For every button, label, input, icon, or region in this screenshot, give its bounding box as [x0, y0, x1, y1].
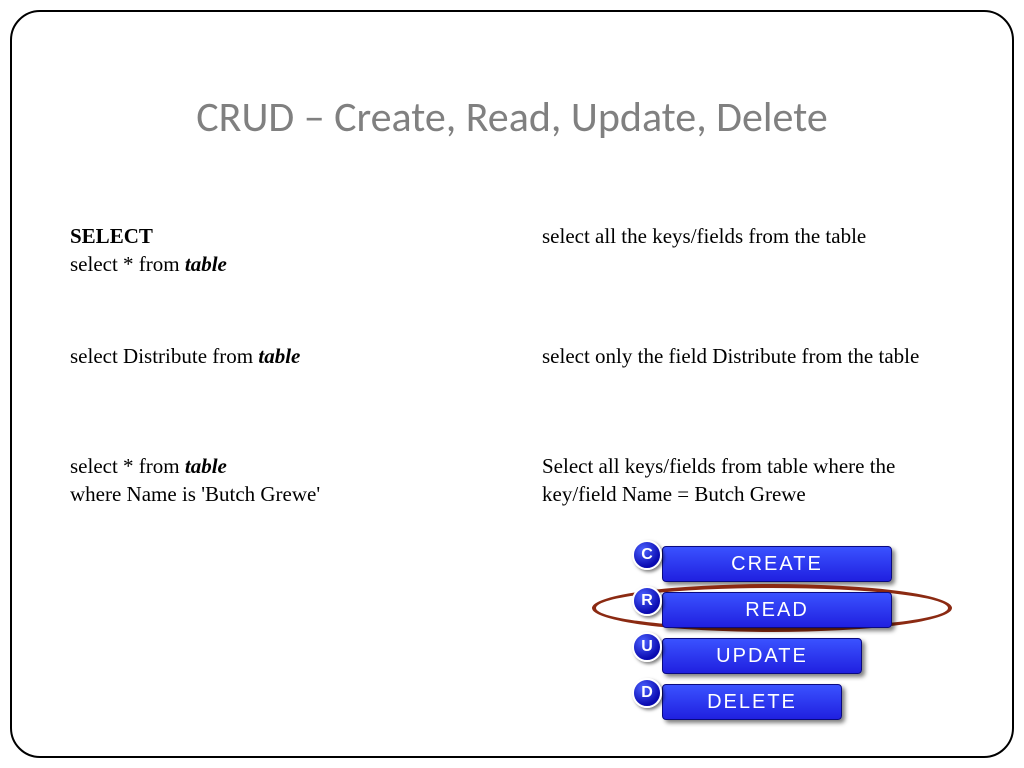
crud-row-delete: DELETE D — [612, 680, 942, 726]
page-title: CRUD – Create, Read, Update, Delete — [12, 92, 1012, 143]
crud-row-create: CREATE C — [612, 542, 942, 588]
slide-frame: CRUD – Create, Read, Update, Delete SELE… — [10, 10, 1014, 758]
update-button[interactable]: UPDATE — [662, 638, 862, 674]
create-button[interactable]: CREATE — [662, 546, 892, 582]
sql-line: where Name is 'Butch Grewe' — [70, 480, 510, 508]
sql-desc-2: select only the field Distribute from th… — [542, 342, 982, 370]
crud-row-update: UPDATE U — [612, 634, 942, 680]
sql-example-2: select Distribute from table — [70, 342, 510, 370]
delete-button[interactable]: DELETE — [662, 684, 842, 720]
sql-line: select * from table — [70, 452, 510, 480]
read-button[interactable]: READ — [662, 592, 892, 628]
sql-example-1: SELECT select * from table — [70, 222, 510, 279]
sql-desc-1: select all the keys/fields from the tabl… — [542, 222, 982, 250]
crud-row-read: READ R — [612, 588, 942, 634]
delete-badge-icon: D — [632, 678, 662, 708]
sql-desc-3: Select all keys/fields from table where … — [542, 452, 982, 509]
crud-button-stack: CREATE C READ R UPDATE U DELETE D — [612, 542, 942, 726]
sql-example-3: select * from table where Name is 'Butch… — [70, 452, 510, 509]
sql-line: select * from table — [70, 250, 510, 278]
select-keyword: SELECT — [70, 222, 510, 250]
create-badge-icon: C — [632, 540, 662, 570]
read-badge-icon: R — [632, 586, 662, 616]
update-badge-icon: U — [632, 632, 662, 662]
